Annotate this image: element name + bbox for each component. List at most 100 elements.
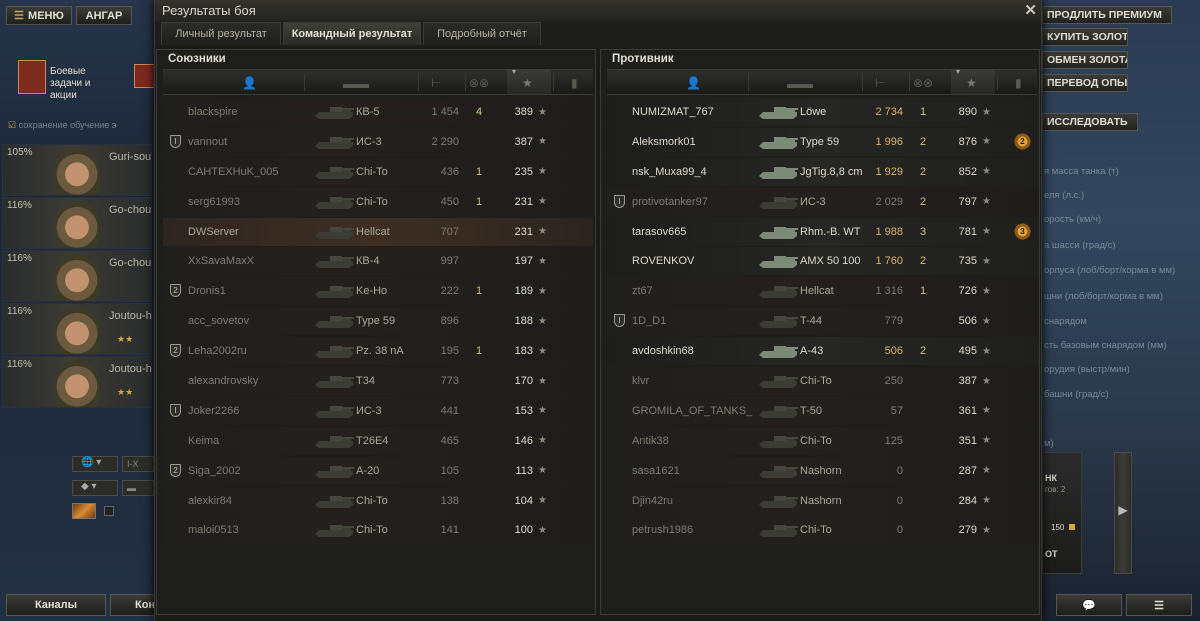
enemy-player-row-1[interactable]: NUMIZMAT_767 Löwe 2 734 1 890 ★ (607, 98, 1037, 126)
enemy-player-row-7[interactable]: zt67 Hellcat 1 316 1 726 ★ (607, 277, 1037, 306)
kills-icon[interactable]: ⊗⊗ (469, 76, 489, 90)
kills-icon[interactable]: ⊗⊗ (913, 76, 933, 90)
tank-icon[interactable]: ▬▬ (343, 76, 369, 91)
channels-label: Каналы (34, 599, 78, 611)
damage-value: 1 996 (875, 135, 903, 148)
enemy-player-row-12[interactable]: Antik38 Chi-To 125 351 ★ (607, 426, 1037, 455)
ally-player-row-15[interactable]: maloi0513 Chi-To 141 100 ★ (163, 516, 593, 545)
nation-filter[interactable]: 🌐 ▾ (72, 456, 118, 472)
tank-name: A-43 (800, 345, 824, 358)
checkbox-icon: ☑ (8, 120, 17, 130)
damage-icon[interactable]: ⊢ (875, 76, 885, 90)
enemy-player-row-6[interactable]: ROVENKOV AMX 50 100 1 760 2 735 ★ (607, 247, 1037, 276)
gold-icon (1069, 524, 1075, 530)
star-icon: ★ (538, 435, 547, 447)
star-icon: ★ (982, 315, 991, 327)
crew-member-3[interactable]: 116% Go-chou (2, 250, 152, 302)
filter-checkbox[interactable] (104, 506, 114, 516)
tank-icon[interactable]: ▬▬ (787, 76, 813, 91)
ally-player-row-5[interactable]: DWServer Hellcat 707 231 ★ (163, 217, 593, 246)
damage-value: 2 734 (875, 106, 903, 118)
player-icon[interactable]: 👤 (686, 76, 701, 90)
achievement-medal-icon[interactable]: 2 (1014, 132, 1031, 150)
xp-value: 279 (958, 524, 977, 537)
achievement-medal-icon[interactable]: 3 (1014, 222, 1031, 240)
player-name: avdoshkin68 (632, 345, 694, 358)
ally-player-row-3[interactable]: CAHTEXHuK_005 Chi-To 436 1 235 ★ (163, 157, 593, 186)
crew-member-2[interactable]: 116% Go-chou (2, 197, 152, 249)
close-icon[interactable]: ✕ (1024, 1, 1037, 19)
tank-type-filter[interactable]: ▬ (122, 480, 154, 496)
convert-xp-button[interactable]: ПЕРЕВОД ОПЫТА (1042, 74, 1128, 92)
tank-name: Nashorn (800, 464, 842, 477)
exchange-gold-button[interactable]: ОБМЕН ЗОЛОТА (1042, 51, 1128, 69)
hangar-button[interactable]: АНГАР (76, 6, 132, 25)
enemy-player-row-2[interactable]: Aleksmork01 Type 59 1 996 2 876 ★ 2 (607, 127, 1037, 156)
star-icon: ★ (982, 106, 991, 118)
ally-player-row-2[interactable]: I vannout ИС-3 2 290 387 ★ (163, 127, 593, 156)
type-filter[interactable]: ◆ ▾ (72, 480, 118, 496)
xp-star-icon[interactable]: ★ (966, 76, 977, 90)
medal-icon[interactable]: ▮ (571, 76, 578, 90)
ally-player-row-9[interactable]: 2 Leha2002ru Pz. 38 nA 195 1 183 ★ (163, 337, 593, 366)
param-line: сть базовым снарядом (мм) (1044, 340, 1167, 351)
damage-icon[interactable]: ⊢ (431, 76, 441, 90)
ally-player-row-7[interactable]: 2 Dronis1 Ke-Ho 222 1 189 ★ (163, 277, 593, 306)
class-badge-icon: I (170, 403, 181, 417)
chat-button[interactable]: 💬 (1056, 594, 1122, 616)
damage-value: 436 (440, 165, 459, 178)
ally-player-row-14[interactable]: alexkir84 Chi-To 138 104 ★ (163, 486, 593, 515)
ally-player-row-8[interactable]: acc_sovetov Type 59 896 188 ★ (163, 307, 593, 336)
ally-player-row-13[interactable]: 2 Siga_2002 A-20 105 113 ★ (163, 456, 593, 485)
crew-member-5[interactable]: 116% Joutou-h ★★ (2, 356, 152, 408)
extend-premium-button[interactable]: ПРОДЛИТЬ ПРЕМИУМ (1042, 6, 1172, 24)
param-line: шни (лоб/борт/корма в мм) (1044, 291, 1163, 302)
xp-star-icon[interactable]: ★ (522, 76, 533, 90)
damage-value: 2 290 (431, 135, 459, 148)
enemy-player-row-11[interactable]: GROMILA_OF_TANKS_ T-50 57 361 ★ (607, 396, 1037, 425)
carousel-scroll-right[interactable]: ▶ (1114, 452, 1132, 574)
buy-gold-button[interactable]: КУПИТЬ ЗОЛОТО (1042, 28, 1128, 46)
channels-button[interactable]: Каналы (6, 594, 106, 616)
tab-personal-result[interactable]: Личный результат (161, 22, 281, 45)
vehicle-card[interactable]: НК гов: 2 150 ОТ (1042, 452, 1082, 574)
enemy-player-row-10[interactable]: klvr Chi-To 250 387 ★ (607, 367, 1037, 396)
tank-silhouette-icon (315, 286, 354, 299)
premium-filter-icon[interactable] (72, 503, 96, 519)
enemy-player-row-4[interactable]: I protivotanker97 ИС-3 2 029 2 797 ★ (607, 187, 1037, 216)
ally-player-row-4[interactable]: serg61993 Chi-To 450 1 231 ★ (163, 187, 593, 216)
enemy-player-row-15[interactable]: petrush1986 Chi-To 0 279 ★ (607, 516, 1037, 545)
player-name: vannout (188, 135, 228, 148)
notifications-button[interactable]: ☰ (1126, 594, 1192, 616)
enemy-player-row-3[interactable]: nsk_Muxa99_4 JgTig.8,8 cm 1 929 2 852 ★ (607, 157, 1037, 186)
kills-value: 1 (919, 285, 927, 298)
dialog-titlebar: Результаты боя ✕ (155, 0, 1041, 22)
enemy-player-row-14[interactable]: Djin42ru Nashorn 0 284 ★ (607, 486, 1037, 515)
enemy-player-row-9[interactable]: avdoshkin68 A-43 506 2 495 ★ (607, 337, 1037, 366)
research-button[interactable]: ИССЛЕДОВАТЬ (1042, 113, 1138, 131)
medal-icon[interactable]: ▮ (1015, 76, 1022, 90)
ally-player-row-12[interactable]: Keima T26E4 465 146 ★ (163, 426, 593, 455)
tank-silhouette-icon (315, 465, 354, 478)
crew-member-1[interactable]: 105% Guri-sou (2, 144, 152, 196)
player-icon[interactable]: 👤 (242, 76, 257, 90)
ally-player-row-11[interactable]: I Joker2266 ИС-3 441 153 ★ (163, 396, 593, 425)
enemy-player-row-8[interactable]: I 1D_D1 T-44 779 506 ★ (607, 307, 1037, 336)
quests-widget[interactable]: Боевые задачи и акции (14, 58, 156, 101)
xp-value: 876 (958, 135, 977, 148)
tab-detailed-report[interactable]: Подробный отчёт (423, 22, 541, 45)
contacts-button[interactable]: Кон (110, 594, 156, 616)
level-filter[interactable]: I-X (122, 456, 154, 472)
crew-toggle[interactable]: ☑ сохранение обучение э (8, 120, 154, 134)
ally-player-row-6[interactable]: XxSavaMaxX КВ-4 997 197 ★ (163, 247, 593, 276)
menu-button[interactable]: ☰ МЕНЮ (6, 6, 72, 25)
ally-player-row-10[interactable]: alexandrovsky T34 773 170 ★ (163, 367, 593, 396)
exchange-gold-label: ОБМЕН ЗОЛОТА (1047, 54, 1128, 66)
enemy-player-row-5[interactable]: tarasov665 Rhm.-B. WT 1 988 3 781 ★ 3 (607, 217, 1037, 246)
crew-member-4[interactable]: 116% Joutou-h ★★ (2, 303, 152, 355)
enemy-player-row-13[interactable]: sasa1621 Nashorn 0 287 ★ (607, 456, 1037, 485)
ally-player-row-1[interactable]: blackspire КВ-5 1 454 4 389 ★ (163, 98, 593, 126)
xp-value: 146 (514, 434, 533, 447)
tab-team-result[interactable]: Командный результат (283, 22, 421, 45)
xp-value: 189 (514, 285, 533, 298)
